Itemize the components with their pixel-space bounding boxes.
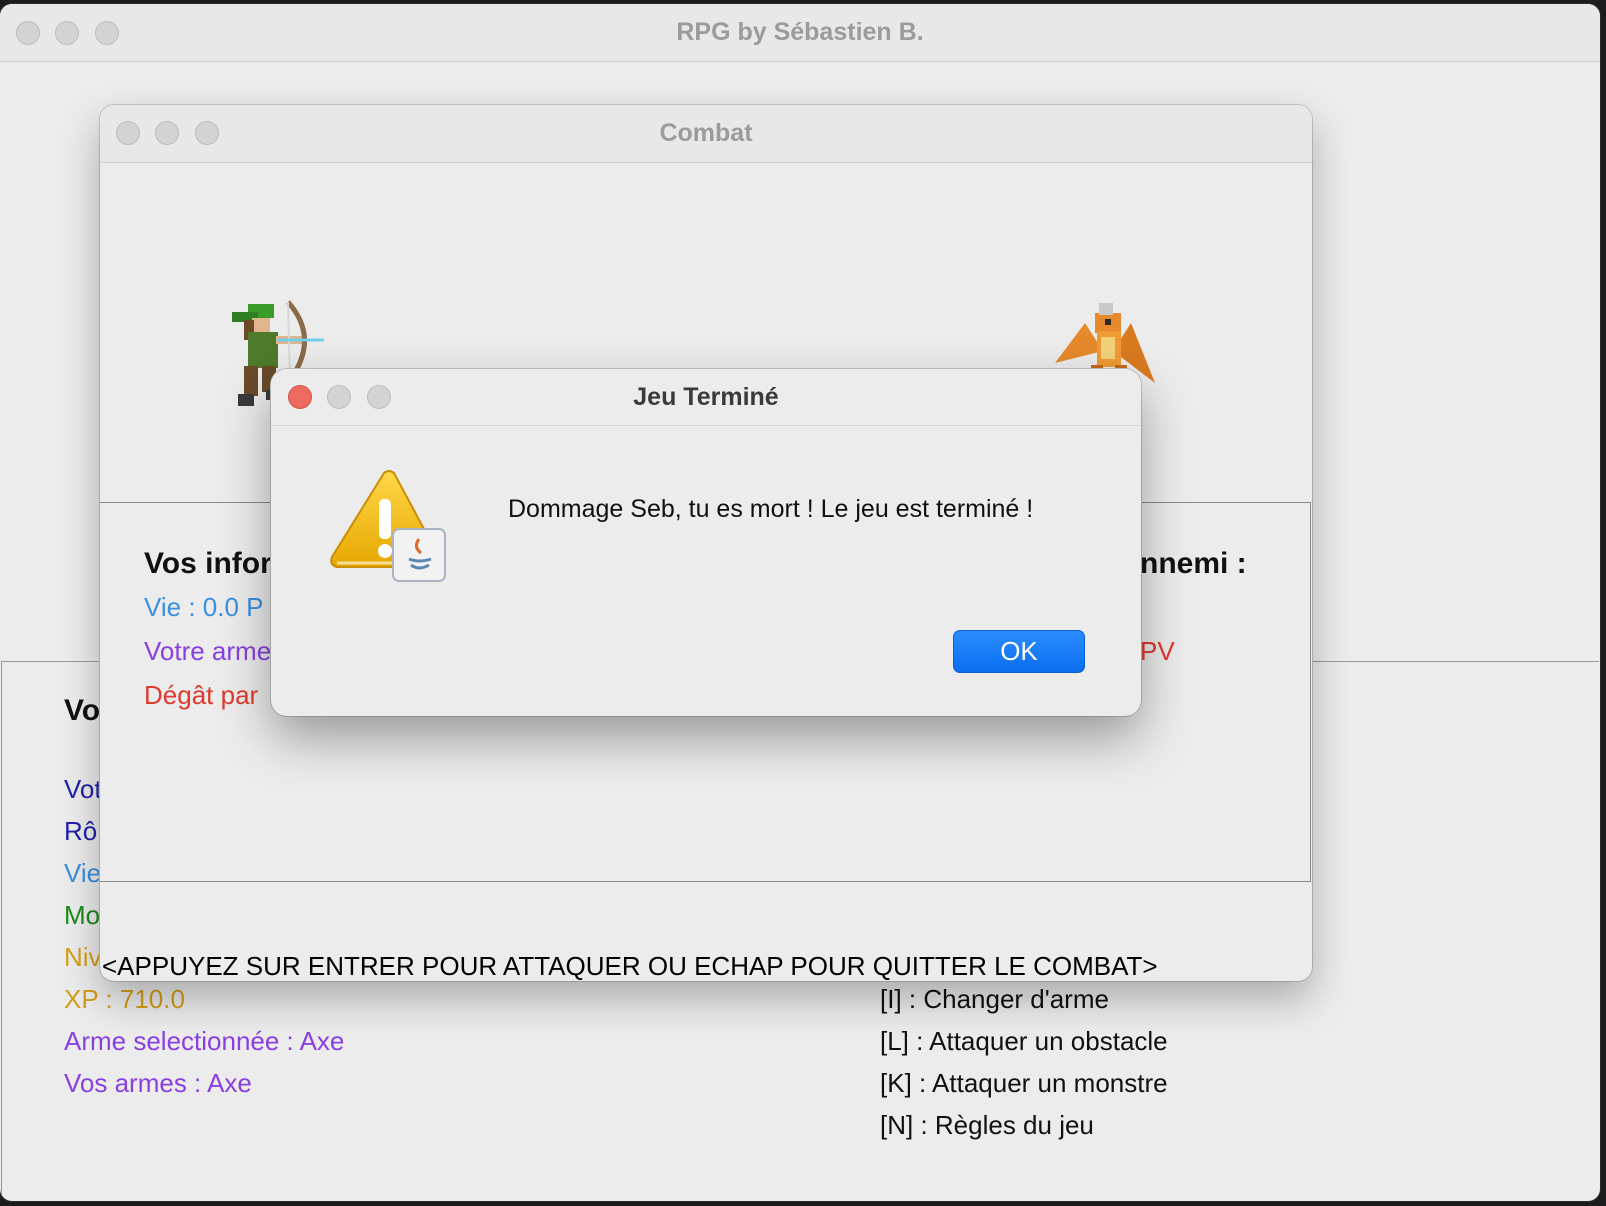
enemy-combat-stat: PV xyxy=(1140,636,1175,666)
game-over-dialog: Jeu Terminé Dommage Seb, tu es mort ! Le… xyxy=(271,369,1141,716)
player-info-heading: Vo xyxy=(64,694,101,727)
player-combat-stat: Vie : 0.0 P xyxy=(144,592,264,622)
combat-titlebar: Combat xyxy=(100,105,1312,163)
window-title: RPG by Sébastien B. xyxy=(676,18,924,46)
player-stat-line: Niv xyxy=(64,942,102,972)
combat-title: Combat xyxy=(659,119,753,147)
command-line: [N] : Règles du jeu xyxy=(880,1110,1094,1140)
dialog-titlebar: Jeu Terminé xyxy=(271,369,1141,426)
player-stat-line: Arme selectionnée : Axe xyxy=(64,1026,345,1056)
dialog-message: Dommage Seb, tu es mort ! Le jeu est ter… xyxy=(508,495,1034,523)
combat-prompt: <APPUYEZ SUR ENTRER POUR ATTAQUER OU ECH… xyxy=(102,951,1158,981)
player-stat-line: Vos armes : Axe xyxy=(64,1068,252,1098)
player-combat-stat: Votre arme xyxy=(144,636,272,666)
command-line: [L] : Attaquer un obstacle xyxy=(880,1026,1168,1056)
player-stat-line: Mo xyxy=(64,900,101,930)
enemy-combat-heading: nnemi : xyxy=(1140,547,1247,580)
player-stat-line: Vie xyxy=(64,858,102,888)
dialog-title: Jeu Terminé xyxy=(633,383,779,411)
player-stat-line: Rôl xyxy=(64,816,104,846)
player-stat-line: XP : 710.0 xyxy=(64,984,185,1014)
player-stat-line: Vot xyxy=(64,774,102,804)
player-combat-stat: Dégât par xyxy=(144,680,259,710)
main-titlebar: RPG by Sébastien B. xyxy=(0,4,1600,62)
ok-button[interactable]: OK xyxy=(953,630,1085,673)
command-line: [I] : Changer d'arme xyxy=(880,984,1109,1014)
command-line: [K] : Attaquer un monstre xyxy=(880,1068,1168,1098)
player-combat-heading: Vos infor xyxy=(144,547,272,580)
warning-java-icon xyxy=(330,470,446,582)
